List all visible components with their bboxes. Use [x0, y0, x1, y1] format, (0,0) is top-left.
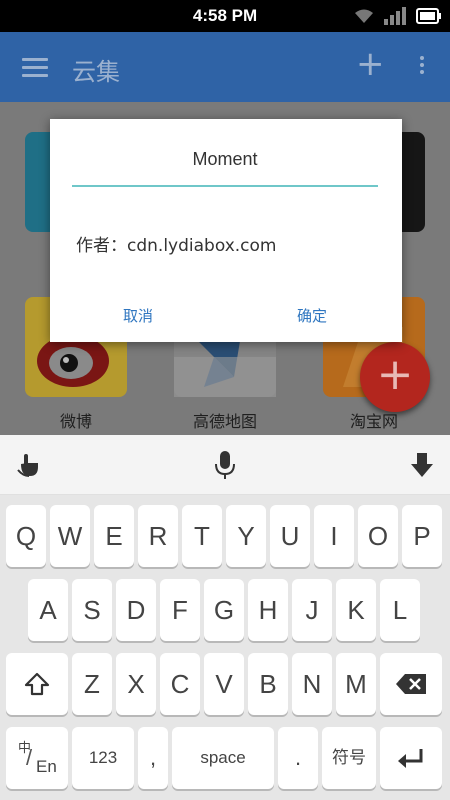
microphone-icon[interactable]	[214, 450, 236, 480]
signal-icon	[384, 7, 406, 25]
lang-bottom-label: En	[36, 757, 57, 776]
enter-return-icon	[398, 749, 423, 768]
author-text: 作者：cdn.lydiabox.com	[76, 236, 277, 256]
key-s[interactable]: S	[72, 579, 112, 641]
key-l[interactable]: L	[380, 579, 420, 641]
menu-icon[interactable]	[22, 58, 48, 78]
hide-keyboard-arrow-icon[interactable]	[410, 452, 434, 478]
add-fab-button[interactable]: +	[360, 342, 430, 412]
key-r[interactable]: R	[138, 505, 178, 567]
key-i[interactable]: I	[314, 505, 354, 567]
key-t[interactable]: T	[182, 505, 222, 567]
key-a[interactable]: A	[28, 579, 68, 641]
status-bar: 4:58 PM	[0, 0, 450, 32]
app-label-weibo: 微博	[59, 412, 92, 431]
backspace-icon	[396, 674, 426, 694]
key-m[interactable]: M	[336, 653, 376, 715]
app-label-amap: 高德地图	[192, 412, 257, 431]
enter-key[interactable]	[380, 727, 442, 789]
comma-key[interactable]: ,	[138, 727, 168, 789]
key-w[interactable]: W	[50, 505, 90, 567]
key-f[interactable]: F	[160, 579, 200, 641]
soft-keyboard: Q W E R T Y U I O P A S D F G H J K L Z …	[0, 495, 450, 800]
app-bar: 云集 +	[0, 32, 450, 102]
status-icons	[354, 6, 442, 26]
language-switch-key[interactable]: 中 / En	[6, 727, 68, 789]
key-z[interactable]: Z	[72, 653, 112, 715]
key-v[interactable]: V	[204, 653, 244, 715]
add-icon[interactable]: +	[356, 47, 385, 81]
cancel-button[interactable]: 取消	[98, 305, 178, 326]
key-n[interactable]: N	[292, 653, 332, 715]
key-o[interactable]: O	[358, 505, 398, 567]
key-j[interactable]: J	[292, 579, 332, 641]
key-p[interactable]: P	[402, 505, 442, 567]
wifi-icon	[355, 9, 373, 23]
gesture-hand-icon[interactable]	[16, 452, 42, 478]
key-g[interactable]: G	[204, 579, 244, 641]
space-key[interactable]: space	[172, 727, 274, 789]
key-x[interactable]: X	[116, 653, 156, 715]
name-input[interactable]	[72, 149, 378, 170]
key-d[interactable]: D	[116, 579, 156, 641]
period-key[interactable]: .	[278, 727, 318, 789]
keyboard-toolbar	[0, 435, 450, 495]
key-y[interactable]: Y	[226, 505, 266, 567]
rename-dialog: 作者：cdn.lydiabox.com 取消 确定	[50, 119, 402, 342]
overflow-menu-icon[interactable]	[418, 56, 426, 80]
symbols-key[interactable]: 符号	[322, 727, 376, 789]
key-u[interactable]: U	[270, 505, 310, 567]
name-field[interactable]	[72, 149, 378, 187]
key-c[interactable]: C	[160, 653, 200, 715]
key-h[interactable]: H	[248, 579, 288, 641]
app-label-taobao: 淘宝网	[349, 412, 398, 431]
shift-key[interactable]	[6, 653, 68, 715]
battery-icon	[416, 8, 441, 24]
backspace-key[interactable]	[380, 653, 442, 715]
numbers-key[interactable]: 123	[72, 727, 134, 789]
key-e[interactable]: E	[94, 505, 134, 567]
key-k[interactable]: K	[336, 579, 376, 641]
shift-arrow-icon	[24, 672, 50, 696]
key-b[interactable]: B	[248, 653, 288, 715]
confirm-button[interactable]: 确定	[272, 305, 352, 326]
key-q[interactable]: Q	[6, 505, 46, 567]
app-title: 云集	[72, 58, 120, 86]
